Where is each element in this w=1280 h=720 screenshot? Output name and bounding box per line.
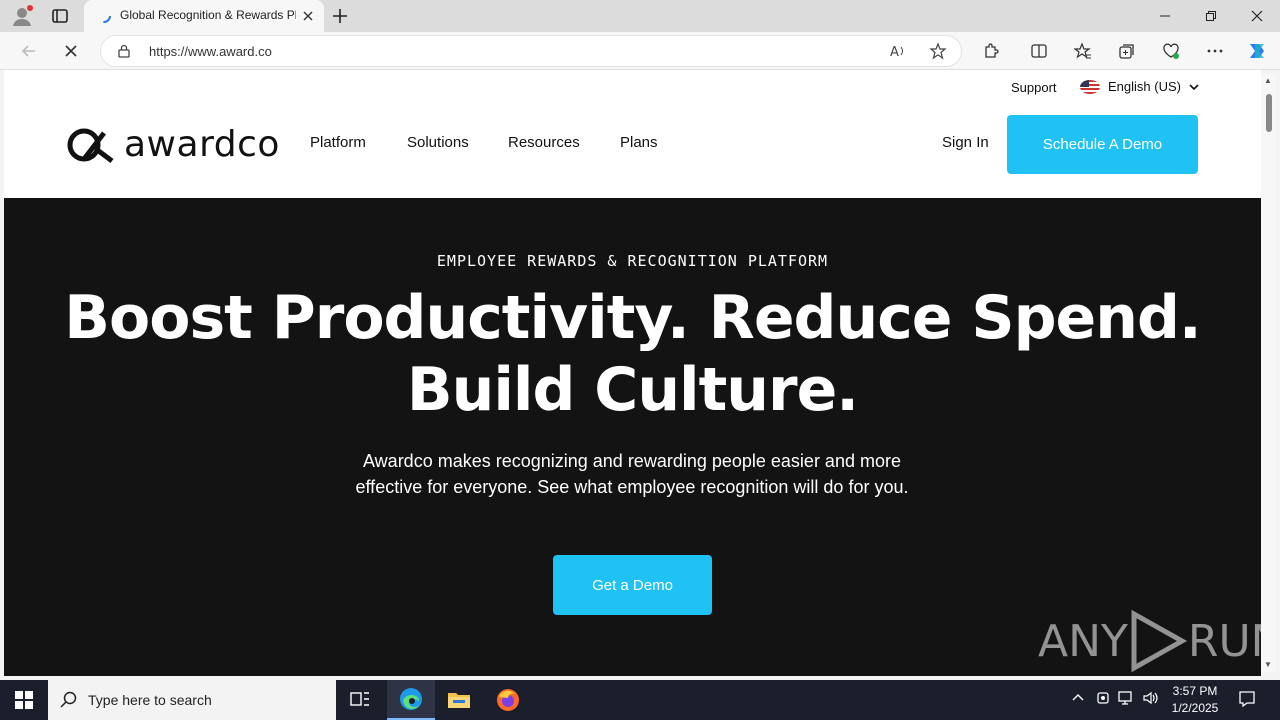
close-window-icon[interactable] (1234, 0, 1280, 32)
search-icon (60, 691, 77, 708)
language-label: English (US) (1108, 79, 1181, 94)
watermark-right: RUN (1187, 615, 1261, 667)
nav-plans[interactable]: Plans (620, 134, 658, 151)
scroll-down-icon[interactable]: ▼ (1264, 660, 1272, 669)
headline-line-2: Build Culture. (406, 355, 859, 425)
close-tab-icon[interactable] (300, 8, 316, 24)
split-screen-icon[interactable] (1024, 36, 1054, 66)
svg-text:A: A (890, 45, 899, 60)
subtext-line-2: effective for everyone. See what employe… (355, 477, 909, 497)
more-icon[interactable] (1200, 36, 1230, 66)
nav-solutions[interactable]: Solutions (407, 134, 469, 151)
collections-icon[interactable] (1112, 36, 1142, 66)
firefox-icon[interactable] (484, 680, 532, 720)
task-view-icon[interactable] (336, 680, 384, 720)
notification-center-icon[interactable] (1238, 690, 1256, 711)
copilot-icon[interactable] (1242, 36, 1272, 66)
subtext-line-1: Awardco makes recognizing and rewarding … (363, 451, 901, 471)
nav-resources[interactable]: Resources (508, 134, 580, 151)
stop-loading-icon[interactable] (56, 36, 86, 66)
page-scrollbar[interactable]: ▲ ▼ (1261, 74, 1276, 672)
taskbar-search-box[interactable]: Type here to search (48, 680, 336, 720)
watermark-left: ANY (1038, 615, 1128, 667)
logo-text: awardco (124, 124, 280, 165)
language-selector[interactable]: English (US) (1080, 79, 1199, 94)
awardco-logo-icon (67, 128, 114, 163)
scroll-thumb[interactable] (1266, 94, 1272, 132)
address-bar[interactable]: https://www.award.co A (100, 35, 962, 67)
windows-taskbar: Type here to search 3:57 PM 1/2/2025 (0, 680, 1280, 720)
new-tab-icon[interactable] (330, 6, 350, 26)
extensions-icon[interactable] (976, 36, 1006, 66)
hero-eyebrow: EMPLOYEE REWARDS & RECOGNITION PLATFORM (436, 252, 829, 270)
hero-section: EMPLOYEE REWARDS & RECOGNITION PLATFORM … (4, 198, 1261, 676)
url-text[interactable]: https://www.award.co (149, 44, 272, 59)
schedule-demo-button[interactable]: Schedule A Demo (1007, 115, 1198, 174)
nav-platform[interactable]: Platform (310, 134, 366, 151)
anyrun-watermark: ANY RUN (1038, 610, 1261, 672)
system-clock[interactable]: 3:57 PM 1/2/2025 (1166, 683, 1224, 717)
tab-title: Global Recognition & Rewards Pl (120, 8, 296, 22)
security-tray-icon[interactable] (1096, 690, 1110, 709)
scroll-up-icon[interactable]: ▲ (1264, 76, 1272, 85)
sign-in-link[interactable]: Sign In (942, 134, 989, 151)
loading-icon (96, 8, 112, 24)
play-triangle-icon (1131, 610, 1187, 672)
page-viewport: Support English (US) awardco Platform So… (4, 70, 1261, 676)
clock-date: 1/2/2025 (1171, 701, 1219, 715)
active-tab[interactable]: Global Recognition & Rewards Pl (84, 0, 324, 32)
favorite-icon[interactable] (923, 36, 953, 66)
network-icon[interactable] (1118, 690, 1136, 709)
volume-icon[interactable] (1142, 690, 1160, 709)
support-link[interactable]: Support (1011, 80, 1057, 95)
back-icon[interactable] (14, 36, 44, 66)
tab-strip: Global Recognition & Rewards Pl (0, 0, 1280, 32)
read-aloud-icon[interactable]: A (883, 36, 913, 66)
hero-subtext: Awardco makes recognizing and rewarding … (322, 448, 942, 500)
tray-overflow-icon[interactable] (1071, 690, 1085, 707)
profile-icon[interactable] (10, 4, 34, 28)
edge-taskbar-icon[interactable] (387, 680, 435, 720)
browser-essentials-icon[interactable] (1156, 36, 1186, 66)
get-demo-button[interactable]: Get a Demo (553, 555, 712, 615)
search-placeholder: Type here to search (88, 692, 212, 708)
minimize-icon[interactable] (1142, 0, 1188, 32)
tab-actions-icon[interactable] (50, 6, 70, 26)
us-flag-icon (1080, 79, 1100, 94)
awardco-logo[interactable]: awardco (66, 124, 280, 165)
windows-start-icon[interactable] (0, 680, 48, 720)
browser-toolbar: https://www.award.co A (0, 32, 1280, 70)
favorites-icon[interactable] (1068, 36, 1098, 66)
headline-line-1: Boost Productivity. Reduce Spend. (64, 283, 1201, 353)
clock-time: 3:57 PM (1172, 684, 1218, 698)
lock-icon[interactable] (117, 44, 131, 58)
chevron-down-icon (1189, 83, 1199, 90)
hero-headline: Boost Productivity. Reduce Spend. Build … (4, 282, 1261, 426)
file-explorer-icon[interactable] (435, 680, 483, 720)
restore-icon[interactable] (1188, 0, 1234, 32)
